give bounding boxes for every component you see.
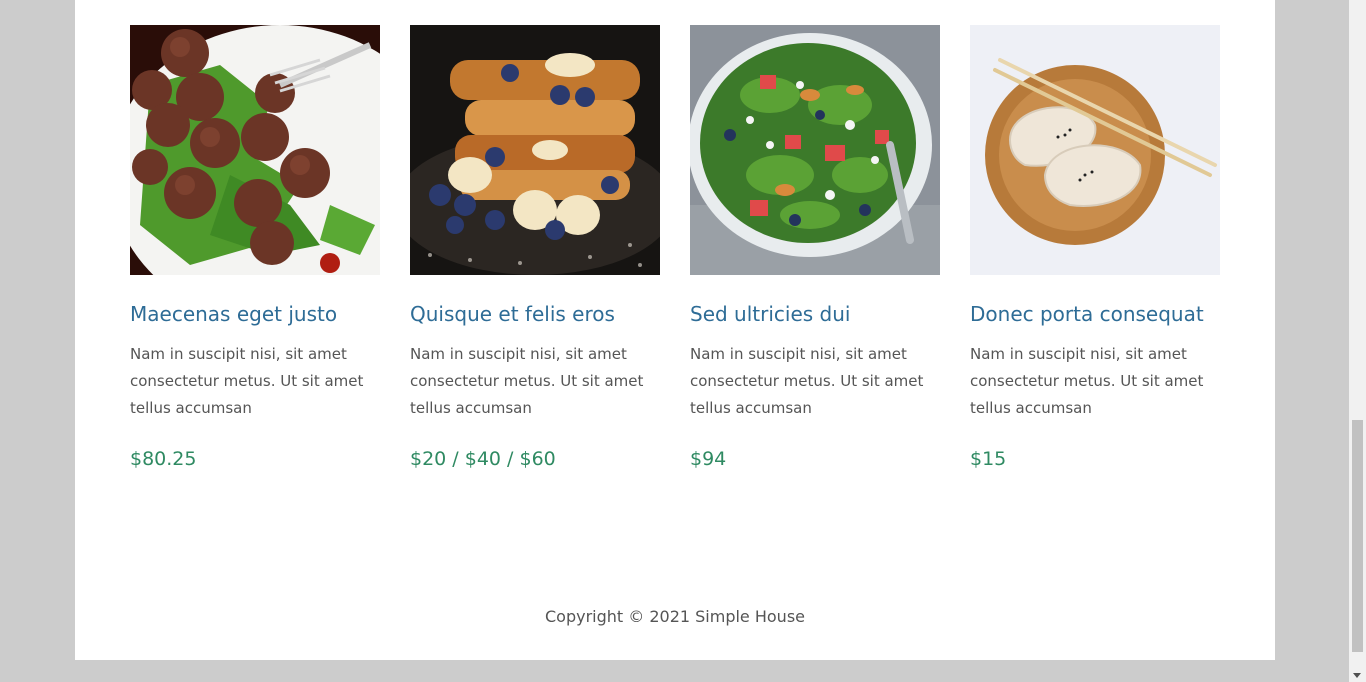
scroll-down-arrow-icon[interactable] bbox=[1353, 673, 1361, 678]
footer-copyright: Copyright © 2021 Simple House bbox=[544, 607, 805, 626]
product-description: Nam in suscipit nisi, sit amet consectet… bbox=[130, 345, 364, 417]
scrollbar-thumb[interactable] bbox=[1352, 420, 1363, 652]
product-image-french-toast[interactable] bbox=[410, 25, 660, 275]
product-price: $15 bbox=[970, 448, 1007, 470]
product-title[interactable]: Maecenas eget justo bbox=[130, 299, 380, 329]
product-card: Donec porta consequat Nam in suscipit ni… bbox=[970, 25, 1220, 472]
product-grid: Maecenas eget justo Nam in suscipit nisi… bbox=[130, 25, 1220, 485]
product-description: Nam in suscipit nisi, sit amet consectet… bbox=[970, 345, 1204, 417]
product-price: $94 bbox=[690, 448, 727, 470]
product-title[interactable]: Quisque et felis eros bbox=[410, 299, 660, 329]
vertical-scrollbar[interactable] bbox=[1349, 0, 1366, 682]
product-description: Nam in suscipit nisi, sit amet consectet… bbox=[410, 345, 644, 417]
product-card: Sed ultricies dui Nam in suscipit nisi, … bbox=[690, 25, 940, 472]
page-container: Maecenas eget justo Nam in suscipit nisi… bbox=[75, 0, 1275, 660]
product-price: $80.25 bbox=[130, 448, 197, 470]
product-image-meatballs[interactable] bbox=[130, 25, 380, 275]
product-image-dumplings[interactable] bbox=[970, 25, 1220, 275]
product-image-salad[interactable] bbox=[690, 25, 940, 275]
product-card: Quisque et felis eros Nam in suscipit ni… bbox=[410, 25, 660, 472]
product-price: $20 / $40 / $60 bbox=[410, 448, 556, 470]
product-description: Nam in suscipit nisi, sit amet consectet… bbox=[690, 345, 924, 417]
product-title[interactable]: Donec porta consequat bbox=[970, 299, 1220, 329]
product-title[interactable]: Sed ultricies dui bbox=[690, 299, 940, 329]
product-card: Maecenas eget justo Nam in suscipit nisi… bbox=[130, 25, 380, 472]
